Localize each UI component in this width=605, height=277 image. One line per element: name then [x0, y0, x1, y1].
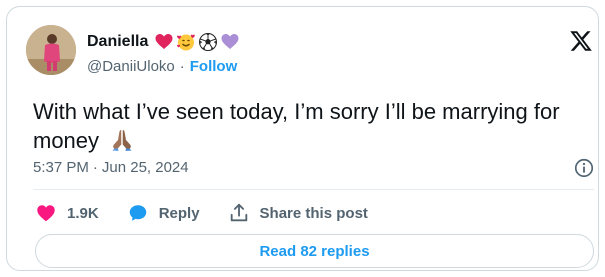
handle-separator: ·	[179, 58, 185, 75]
avatar-photo	[26, 25, 76, 75]
smiling-face-with-hearts-icon	[177, 34, 196, 51]
heart-icon	[37, 205, 55, 222]
x-logo-icon[interactable]	[568, 29, 594, 53]
tweet-time[interactable]: 5:37 PM	[33, 159, 89, 176]
timestamp-separator: ·	[92, 159, 98, 176]
user-handle[interactable]: @DaniiUloko	[87, 58, 175, 75]
red-heart-icon	[155, 34, 173, 49]
tweet-date[interactable]: Jun 25, 2024	[102, 159, 189, 176]
folded-hands-icon	[112, 130, 132, 151]
tweet-text: With what I’ve seen today, I’m sorry I’l…	[33, 97, 593, 155]
divider	[33, 189, 594, 190]
info-icon[interactable]	[573, 157, 595, 179]
avatar[interactable]	[26, 25, 76, 75]
share-icon	[230, 203, 247, 222]
read-replies-label: Read 82 replies	[259, 242, 370, 260]
share-label: Share this post	[259, 204, 368, 222]
purple-heart-icon	[221, 34, 239, 49]
reply-label: Reply	[158, 204, 200, 222]
tweet-timestamp[interactable]: 5:37 PM · Jun 25, 2024	[33, 159, 189, 176]
read-replies-button[interactable]: Read 82 replies	[35, 234, 594, 268]
name-emojis	[154, 32, 240, 52]
display-name[interactable]: Daniella	[87, 33, 148, 51]
tweet-embed-card[interactable]: Daniella @DaniiUloko · Follow With what …	[6, 6, 599, 271]
soccer-ball-icon	[199, 33, 218, 51]
like-button[interactable]: 1.9K	[35, 202, 99, 224]
reply-button[interactable]: Reply	[127, 202, 200, 224]
like-count: 1.9K	[67, 204, 99, 222]
follow-link[interactable]: Follow	[190, 58, 238, 75]
reply-bubble-icon	[129, 205, 146, 221]
share-button[interactable]: Share this post	[228, 202, 368, 224]
action-bar: 1.9K Reply Share this post	[35, 201, 396, 225]
